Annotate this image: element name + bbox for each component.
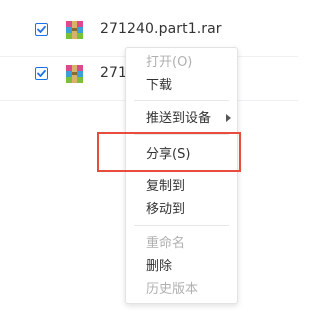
context-menu: 打开(O) 下载 推送到设备 分享(S) 复制到 移动到 重命名 删除 历史版本 [125, 47, 238, 304]
menu-item-copy-to[interactable]: 复制到 [146, 178, 185, 196]
file-checkbox[interactable] [35, 23, 48, 36]
winrar-archive-icon [66, 21, 83, 39]
chevron-right-icon [226, 114, 231, 122]
menu-item-download[interactable]: 下载 [146, 77, 172, 95]
check-icon [37, 25, 46, 33]
check-icon [37, 69, 46, 77]
winrar-archive-icon [66, 65, 83, 83]
menu-item-share[interactable]: 分享(S) [146, 146, 190, 164]
file-name[interactable]: 271240.part1.rar [100, 21, 222, 37]
menu-separator [134, 225, 229, 226]
menu-item-history[interactable]: 历史版本 [146, 281, 198, 299]
menu-item-delete[interactable]: 删除 [146, 258, 172, 276]
menu-separator [134, 100, 229, 101]
menu-item-move-to[interactable]: 移动到 [146, 201, 185, 219]
menu-item-push-to-device[interactable]: 推送到设备 [146, 110, 211, 128]
menu-separator [134, 134, 229, 135]
menu-item-rename[interactable]: 重命名 [146, 235, 185, 253]
file-checkbox[interactable] [35, 67, 48, 80]
menu-item-open[interactable]: 打开(O) [146, 54, 192, 72]
menu-separator [134, 170, 229, 171]
